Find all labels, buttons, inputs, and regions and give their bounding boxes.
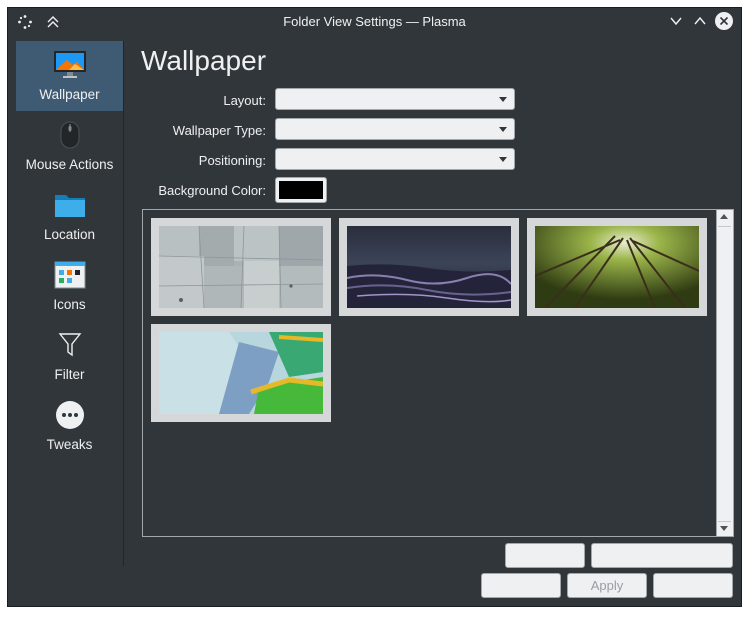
maximize-button[interactable] [691, 12, 709, 30]
background-color-button[interactable] [275, 177, 327, 203]
wallpaper-type-label: Wallpaper Type: [172, 123, 266, 138]
gallery-scrollbar[interactable] [716, 210, 733, 536]
folder-icon [53, 189, 87, 221]
positioning-label: Positioning: [198, 153, 266, 168]
title-bar: Folder View Settings — Plasma [8, 8, 741, 36]
chevron-down-icon [499, 97, 507, 102]
wallpaper-image [535, 226, 699, 308]
scroll-track[interactable] [718, 226, 731, 522]
monitor-icon [53, 49, 87, 81]
mouse-icon [53, 119, 87, 151]
sidebar-divider [123, 41, 124, 566]
wallpaper-image [347, 226, 511, 308]
settings-window: Folder View Settings — Plasma Wallpaper [7, 7, 742, 607]
positioning-combobox[interactable] [275, 148, 515, 170]
more-icon [53, 399, 87, 431]
chevron-down-icon [499, 127, 507, 132]
funnel-icon [53, 329, 87, 361]
color-swatch [279, 181, 323, 199]
sidebar-item-location[interactable]: Location [16, 181, 123, 251]
wallpaper-thumbnail-forest[interactable] [527, 218, 707, 316]
scroll-up-arrow-icon[interactable] [720, 214, 728, 219]
sidebar-item-label: Mouse Actions [25, 157, 114, 172]
chevron-down-icon [670, 17, 682, 26]
close-button[interactable] [715, 12, 733, 30]
wallpaper-thumbnail-abstract[interactable] [151, 324, 331, 422]
layout-label: Layout: [223, 93, 266, 108]
wallpaper-image [159, 226, 323, 308]
sidebar-item-label: Icons [53, 297, 86, 312]
ok-button[interactable] [481, 573, 561, 598]
sidebar-item-label: Filter [54, 367, 85, 382]
sidebar: Wallpaper Mouse Actions Location Icons F… [16, 41, 124, 566]
wallpaper-image [159, 332, 323, 414]
wallpaper-thumbnail-concrete[interactable] [151, 218, 331, 316]
background-color-label: Background Color: [158, 183, 266, 198]
wallpaper-gallery[interactable] [142, 209, 734, 537]
sidebar-item-mouse-actions[interactable]: Mouse Actions [16, 111, 123, 181]
sidebar-item-wallpaper[interactable]: Wallpaper [16, 41, 123, 111]
window-title: Folder View Settings — Plasma [283, 14, 466, 29]
get-new-wallpapers-button[interactable] [591, 543, 733, 568]
apply-button[interactable]: Apply [567, 573, 647, 598]
chevron-down-icon [499, 157, 507, 162]
sidebar-item-icons[interactable]: Icons [16, 251, 123, 321]
minimize-button[interactable] [667, 12, 685, 30]
sidebar-item-label: Location [43, 227, 96, 242]
icons-view-icon [53, 259, 87, 291]
sidebar-item-tweaks[interactable]: Tweaks [16, 391, 123, 461]
sidebar-item-filter[interactable]: Filter [16, 321, 123, 391]
scroll-down-arrow-icon[interactable] [720, 526, 728, 531]
page-title: Wallpaper [141, 45, 267, 76]
layout-combobox[interactable] [275, 88, 515, 110]
sidebar-item-label: Wallpaper [39, 87, 100, 102]
wallpaper-type-combobox[interactable] [275, 118, 515, 140]
cancel-button[interactable] [653, 573, 733, 598]
open-wallpaper-button[interactable] [505, 543, 585, 568]
chevron-up-icon [694, 16, 706, 25]
close-icon [719, 16, 729, 26]
sidebar-item-label: Tweaks [46, 437, 93, 452]
wallpaper-thumbnail-sea[interactable] [339, 218, 519, 316]
